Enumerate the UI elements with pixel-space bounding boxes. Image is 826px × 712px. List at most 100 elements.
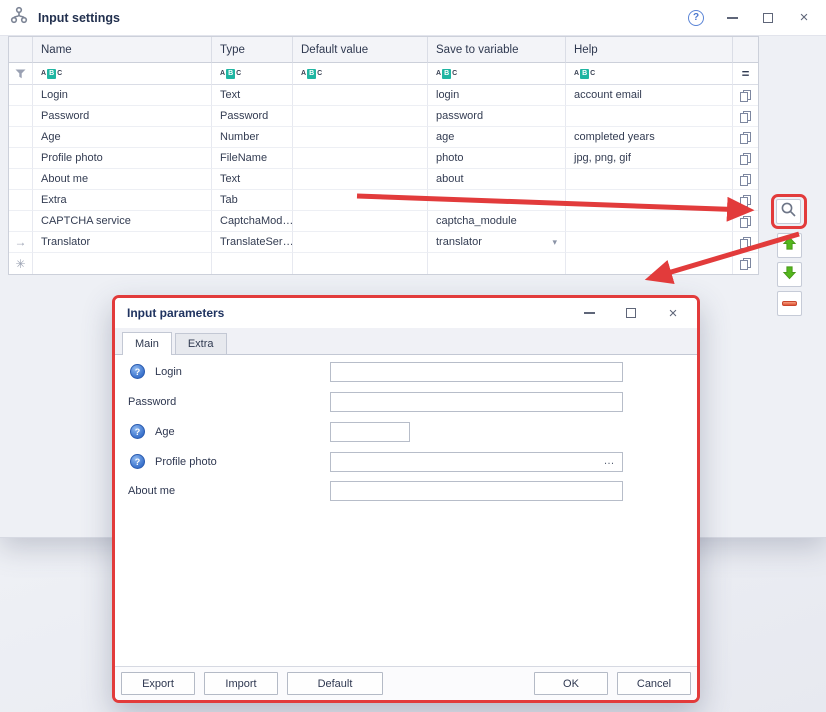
filter-variable[interactable]: ABC bbox=[428, 63, 566, 85]
field-help-icon[interactable]: ? bbox=[130, 424, 145, 439]
copy-icon[interactable] bbox=[733, 253, 758, 274]
cell-variable[interactable]: about bbox=[428, 169, 566, 190]
minimize-icon[interactable] bbox=[724, 10, 740, 26]
cell-help[interactable] bbox=[566, 190, 733, 211]
table-row[interactable]: Extra Tab bbox=[9, 190, 758, 211]
cell-name[interactable]: CAPTCHA service bbox=[33, 211, 212, 232]
profile-photo-field[interactable] bbox=[330, 452, 623, 472]
ok-button[interactable]: OK bbox=[534, 672, 608, 695]
table-row[interactable]: Password Password password bbox=[9, 106, 758, 127]
cell-variable-dropdown[interactable]: translator▾ bbox=[428, 232, 566, 253]
cell-help[interactable]: completed years bbox=[566, 127, 733, 148]
chevron-down-icon[interactable]: ▾ bbox=[552, 237, 557, 248]
copy-icon[interactable] bbox=[733, 211, 758, 232]
copy-icon[interactable] bbox=[733, 169, 758, 190]
filter-default[interactable]: ABC bbox=[293, 63, 428, 85]
cell-type[interactable]: Text bbox=[212, 85, 293, 106]
cell-name[interactable] bbox=[33, 253, 212, 274]
table-row-new[interactable]: ✳ bbox=[9, 253, 758, 274]
field-help-icon[interactable]: ? bbox=[130, 364, 145, 379]
password-field[interactable] bbox=[330, 392, 623, 412]
copy-icon[interactable] bbox=[733, 85, 758, 106]
cell-type[interactable]: FileName bbox=[212, 148, 293, 169]
copy-icon[interactable] bbox=[733, 190, 758, 211]
move-up-button[interactable] bbox=[777, 233, 802, 258]
close-icon[interactable]: × bbox=[796, 10, 812, 26]
column-header-name[interactable]: Name bbox=[33, 37, 212, 63]
cell-help[interactable] bbox=[566, 211, 733, 232]
cell-variable[interactable] bbox=[428, 190, 566, 211]
column-header-default[interactable]: Default value bbox=[293, 37, 428, 63]
default-button[interactable]: Default bbox=[287, 672, 383, 695]
cell-variable[interactable]: photo bbox=[428, 148, 566, 169]
table-row[interactable]: Login Text login account email bbox=[9, 85, 758, 106]
cell-help[interactable]: jpg, png, gif bbox=[566, 148, 733, 169]
cell-name[interactable]: Extra bbox=[33, 190, 212, 211]
cell-variable[interactable]: captcha_module bbox=[428, 211, 566, 232]
table-row[interactable]: Age Number age completed years bbox=[9, 127, 758, 148]
copy-icon[interactable] bbox=[733, 148, 758, 169]
cell-default[interactable] bbox=[293, 253, 428, 274]
cell-type[interactable]: Password bbox=[212, 106, 293, 127]
cell-variable[interactable] bbox=[428, 253, 566, 274]
cell-default[interactable] bbox=[293, 169, 428, 190]
cell-name[interactable]: Translator bbox=[33, 232, 212, 253]
cell-help[interactable] bbox=[566, 253, 733, 274]
cell-help[interactable] bbox=[566, 232, 733, 253]
cancel-button[interactable]: Cancel bbox=[617, 672, 691, 695]
cell-default[interactable] bbox=[293, 190, 428, 211]
field-help-icon[interactable]: ? bbox=[130, 454, 145, 469]
preview-button[interactable] bbox=[776, 199, 801, 224]
table-row[interactable]: CAPTCHA service CaptchaMod… captcha_modu… bbox=[9, 211, 758, 232]
help-icon[interactable]: ? bbox=[688, 10, 704, 26]
browse-ellipsis-button[interactable]: … bbox=[598, 454, 620, 470]
filter-type[interactable]: ABC bbox=[212, 63, 293, 85]
tab-main[interactable]: Main bbox=[122, 332, 172, 355]
cell-type[interactable]: TranslateSer… bbox=[212, 232, 293, 253]
minimize-icon[interactable] bbox=[581, 305, 597, 321]
column-header-variable[interactable]: Save to variable bbox=[428, 37, 566, 63]
cell-default[interactable] bbox=[293, 85, 428, 106]
about-me-field[interactable] bbox=[330, 481, 623, 501]
cell-default[interactable] bbox=[293, 148, 428, 169]
tab-extra[interactable]: Extra bbox=[175, 333, 227, 354]
cell-type[interactable]: CaptchaMod… bbox=[212, 211, 293, 232]
cell-name[interactable]: About me bbox=[33, 169, 212, 190]
move-down-button[interactable] bbox=[777, 262, 802, 287]
cell-type[interactable]: Tab bbox=[212, 190, 293, 211]
table-row[interactable]: About me Text about bbox=[9, 169, 758, 190]
close-icon[interactable]: × bbox=[665, 305, 681, 321]
cell-name[interactable]: Age bbox=[33, 127, 212, 148]
export-button[interactable]: Export bbox=[121, 672, 195, 695]
cell-default[interactable] bbox=[293, 232, 428, 253]
copy-icon[interactable] bbox=[733, 127, 758, 148]
copy-icon[interactable] bbox=[733, 232, 758, 253]
maximize-icon[interactable] bbox=[623, 305, 639, 321]
cell-default[interactable] bbox=[293, 106, 428, 127]
copy-icon[interactable] bbox=[733, 106, 758, 127]
cell-name[interactable]: Password bbox=[33, 106, 212, 127]
login-field[interactable] bbox=[330, 362, 623, 382]
cell-help[interactable]: account email bbox=[566, 85, 733, 106]
import-button[interactable]: Import bbox=[204, 672, 278, 695]
filter-name[interactable]: ABC bbox=[33, 63, 212, 85]
cell-help[interactable] bbox=[566, 169, 733, 190]
cell-name[interactable]: Login bbox=[33, 85, 212, 106]
cell-type[interactable]: Number bbox=[212, 127, 293, 148]
cell-variable[interactable]: age bbox=[428, 127, 566, 148]
cell-type[interactable]: Text bbox=[212, 169, 293, 190]
cell-variable[interactable]: login bbox=[428, 85, 566, 106]
column-header-help[interactable]: Help bbox=[566, 37, 733, 63]
cell-type[interactable] bbox=[212, 253, 293, 274]
table-row[interactable]: Profile photo FileName photo jpg, png, g… bbox=[9, 148, 758, 169]
cell-default[interactable] bbox=[293, 127, 428, 148]
cell-name[interactable]: Profile photo bbox=[33, 148, 212, 169]
equals-filter-icon[interactable]: = bbox=[733, 63, 758, 85]
table-row-current[interactable]: → Translator TranslateSer… translator▾ bbox=[9, 232, 758, 253]
age-field[interactable] bbox=[330, 422, 410, 442]
cell-help[interactable] bbox=[566, 106, 733, 127]
cell-default[interactable] bbox=[293, 211, 428, 232]
maximize-icon[interactable] bbox=[760, 10, 776, 26]
column-header-type[interactable]: Type bbox=[212, 37, 293, 63]
cell-variable[interactable]: password bbox=[428, 106, 566, 127]
